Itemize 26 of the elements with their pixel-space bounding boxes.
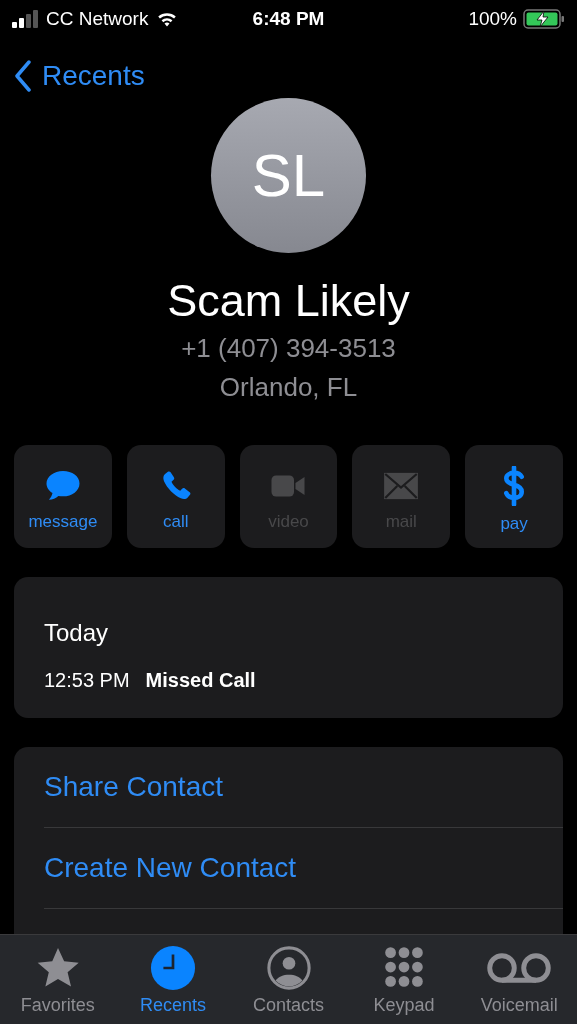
chevron-left-icon [14,60,32,92]
tab-item[interactable]: Keypad [346,935,462,1024]
contact-avatar: SL [211,98,366,253]
signal-icon [12,10,40,28]
clock-time: 6:48 PM [252,8,325,30]
pay-button[interactable]: pay [465,445,563,548]
back-button[interactable]: Recents [14,60,145,92]
call-time: 12:53 PM [44,669,130,692]
tab-item[interactable]: Voicemail [461,935,577,1024]
call-type: Missed Call [145,669,256,692]
battery-charging-icon [523,8,565,30]
battery-percentage: 100% [468,8,517,30]
call-button[interactable]: call [126,445,225,548]
message-button[interactable]: message [14,445,112,548]
option-link[interactable]: Create New Contact [44,828,563,909]
carrier-name: CC Network [46,8,149,30]
history-date: Today [44,619,110,647]
contact-name: Scam Likely [166,275,411,327]
phone-number: +1 (407) 394-3513 [180,333,397,364]
tab-item[interactable]: Favorites [0,935,116,1024]
tab-item[interactable]: Recents [115,935,231,1024]
person-circle-icon [265,945,312,991]
clock-icon [150,945,197,991]
option-link[interactable]: Share Contact [44,747,563,828]
contact-location: Orlando, FL [218,372,359,403]
tab-item[interactable]: Contacts [230,935,347,1024]
